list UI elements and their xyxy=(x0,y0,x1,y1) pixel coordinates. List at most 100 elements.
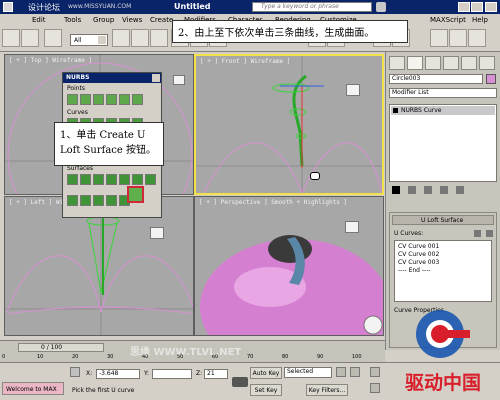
surface-tool-icon[interactable] xyxy=(106,195,117,206)
configure-modifier-sets-icon[interactable] xyxy=(456,186,464,194)
modifier-list-dropdown[interactable]: Modifier List xyxy=(389,88,497,98)
surface-tool-icon[interactable] xyxy=(132,174,143,185)
surface-tool-icon[interactable] xyxy=(93,174,104,185)
zoom-icon[interactable] xyxy=(370,367,380,377)
surface-tool-icon[interactable] xyxy=(106,174,117,185)
surface-tool-icon[interactable] xyxy=(80,195,91,206)
timeline-tick: 90 xyxy=(317,354,324,360)
utilities-tab-icon[interactable] xyxy=(479,56,495,70)
menu-views[interactable]: Views xyxy=(122,16,142,24)
modifier-stack-item[interactable]: NURBS Curve xyxy=(391,106,495,115)
surface-tool-icon[interactable] xyxy=(119,174,130,185)
object-name-field[interactable]: Circle003 xyxy=(389,74,483,84)
viewcube-left[interactable] xyxy=(150,227,164,239)
menu-edit[interactable]: Edit xyxy=(32,16,46,24)
pin-stack-icon[interactable] xyxy=(392,186,400,194)
motion-tab-icon[interactable] xyxy=(443,56,459,70)
nurbs-curve-icon xyxy=(393,108,398,113)
chevron-down-icon[interactable] xyxy=(486,230,493,237)
z-coordinate-field[interactable]: 21 xyxy=(204,369,228,379)
chevron-down-icon xyxy=(98,36,106,44)
quick-render-icon[interactable] xyxy=(468,29,486,47)
surface-tool-icon[interactable] xyxy=(80,174,91,185)
y-coordinate-field[interactable] xyxy=(152,369,192,379)
auto-key-button[interactable]: Auto Key xyxy=(250,367,282,379)
u-curve-item[interactable]: ---- End ---- xyxy=(398,267,431,274)
menu-maxscript[interactable]: MAXScript xyxy=(430,16,466,24)
minimize-button[interactable] xyxy=(458,2,470,12)
close-button[interactable] xyxy=(485,2,497,12)
point-tool-icon[interactable] xyxy=(106,94,117,105)
redo-icon[interactable] xyxy=(21,29,39,47)
modifier-stack-item-label: NURBS Curve xyxy=(401,107,442,114)
u-curve-item[interactable]: CV Curve 002 xyxy=(398,251,439,258)
point-tool-icon[interactable] xyxy=(80,94,91,105)
object-color-swatch[interactable] xyxy=(486,74,496,84)
pan-icon[interactable] xyxy=(370,383,380,393)
menu-help[interactable]: Help xyxy=(472,16,488,24)
render-icon[interactable] xyxy=(449,29,467,47)
point-tool-icon[interactable] xyxy=(67,94,78,105)
show-end-result-icon[interactable] xyxy=(408,186,416,194)
viewcube-perspective[interactable] xyxy=(345,221,359,233)
select-icon[interactable] xyxy=(112,29,130,47)
surfaces-tool-grid xyxy=(67,174,159,214)
timeline-tick: 100 xyxy=(352,354,362,360)
x-coordinate-field[interactable]: -3.648 xyxy=(96,369,140,379)
menu-group[interactable]: Group xyxy=(93,16,114,24)
surface-tool-icon[interactable] xyxy=(145,174,156,185)
nurbs-toolbox-titlebar[interactable]: NURBS xyxy=(63,73,161,83)
make-unique-icon[interactable] xyxy=(424,186,432,194)
z-coordinate-value: 21 xyxy=(207,370,215,377)
surface-tool-icon[interactable] xyxy=(67,195,78,206)
set-key-button[interactable]: Set Key xyxy=(250,384,282,396)
link-icon[interactable] xyxy=(44,29,62,47)
remove-modifier-icon[interactable] xyxy=(440,186,448,194)
maxscript-listener[interactable]: Welcome to MAX xyxy=(2,382,64,395)
play-icon[interactable] xyxy=(350,367,360,377)
u-curve-item[interactable]: CV Curve 003 xyxy=(398,259,439,266)
key-filters-button[interactable]: Key Filters... xyxy=(306,384,348,396)
binoculars-icon[interactable] xyxy=(376,2,386,12)
viewcube-front[interactable] xyxy=(346,84,360,96)
region-select-icon[interactable] xyxy=(150,29,168,47)
menu-tools[interactable]: Tools xyxy=(64,16,81,24)
viewcube-top[interactable] xyxy=(173,75,185,85)
select-by-name-icon[interactable] xyxy=(131,29,149,47)
surface-tool-icon[interactable] xyxy=(93,195,104,206)
close-icon[interactable] xyxy=(152,74,160,82)
watermark-top-url: www.MISSYUAN.COM xyxy=(68,3,132,10)
menu-create[interactable]: Create xyxy=(150,16,173,24)
material-editor-icon[interactable] xyxy=(430,29,448,47)
object-name-value: Circle003 xyxy=(392,75,421,82)
lock-selection-icon[interactable] xyxy=(70,367,80,377)
undo-icon[interactable] xyxy=(2,29,20,47)
rollout-header[interactable]: U Loft Surface xyxy=(392,215,494,225)
maximize-button[interactable] xyxy=(471,2,483,12)
chevron-up-icon[interactable] xyxy=(474,230,481,237)
create-u-loft-surface-icon[interactable] xyxy=(127,186,144,203)
search-input[interactable]: Type a keyword or phrase xyxy=(252,2,372,12)
go-to-start-icon[interactable] xyxy=(336,367,346,377)
key-icon[interactable] xyxy=(232,377,248,387)
time-slider[interactable]: 0 / 100 xyxy=(18,343,104,352)
selection-filter-dropdown[interactable]: All xyxy=(70,34,108,46)
key-selection-dropdown[interactable]: Selected xyxy=(284,367,332,378)
point-tool-icon[interactable] xyxy=(119,94,130,105)
hierarchy-tab-icon[interactable] xyxy=(425,56,441,70)
key-selection-value: Selected xyxy=(287,368,314,375)
u-curve-item[interactable]: CV Curve 001 xyxy=(398,243,439,250)
u-curves-label: U Curves: xyxy=(394,230,424,237)
create-tab-icon[interactable] xyxy=(389,56,405,70)
surface-tool-icon[interactable] xyxy=(67,174,78,185)
viewport-front[interactable]: [ + ] Front ] Wireframe ] xyxy=(194,54,384,195)
display-tab-icon[interactable] xyxy=(461,56,477,70)
app-icon xyxy=(3,2,13,12)
point-tool-icon[interactable] xyxy=(93,94,104,105)
points-label: Points xyxy=(67,85,86,92)
modify-tab-icon[interactable] xyxy=(407,56,423,70)
point-tool-icon[interactable] xyxy=(132,94,143,105)
viewport-perspective[interactable]: [ + ] Perspective ] Smooth + Highlights … xyxy=(194,196,384,336)
u-curves-list[interactable]: CV Curve 001 CV Curve 002 CV Curve 003 -… xyxy=(394,240,492,302)
key-filters-label: Key Filters... xyxy=(308,386,346,394)
